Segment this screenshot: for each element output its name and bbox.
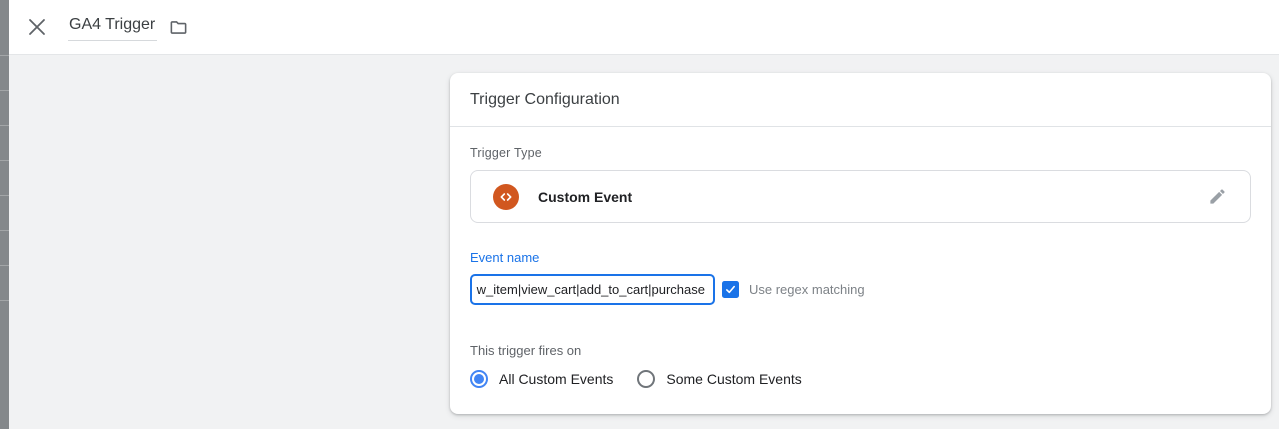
close-icon (28, 18, 46, 36)
radio-unselected-icon[interactable] (637, 370, 656, 388)
pencil-icon (1208, 187, 1227, 206)
event-name-row: w_item|view_cart|add_to_cart|purchase Us… (470, 274, 1251, 305)
trigger-configuration-card: Trigger Configuration Trigger Type Custo… (450, 73, 1271, 414)
radio-all-custom-events-label: All Custom Events (499, 371, 614, 387)
fires-on-label: This trigger fires on (470, 343, 582, 358)
radio-selected-icon[interactable] (470, 370, 488, 388)
check-icon (724, 283, 737, 296)
radio-some-custom-events-label: Some Custom Events (666, 371, 802, 387)
folder-button[interactable] (163, 12, 193, 42)
card-header: Trigger Configuration (450, 73, 1271, 127)
trigger-type-box[interactable]: Custom Event (470, 170, 1251, 223)
event-name-label: Event name (470, 250, 540, 265)
custom-event-icon (493, 183, 519, 210)
edit-trigger-type-button[interactable] (1200, 180, 1234, 214)
topbar: GA4 Trigger (9, 0, 1279, 55)
regex-checkbox-wrap[interactable]: Use regex matching (722, 281, 865, 298)
regex-checkbox[interactable] (722, 281, 739, 298)
folder-icon (169, 18, 188, 37)
radio-some-custom-events[interactable]: Some Custom Events (637, 370, 802, 388)
radio-all-custom-events[interactable]: All Custom Events (470, 370, 613, 388)
card-body: Trigger Type Custom Event Event name w_i… (450, 127, 1271, 388)
trigger-type-value: Custom Event (538, 188, 633, 205)
trigger-type-label: Trigger Type (470, 146, 542, 160)
left-edge-strip (0, 0, 9, 429)
close-button[interactable] (19, 9, 55, 45)
regex-checkbox-label: Use regex matching (749, 282, 865, 297)
fires-on-options: All Custom Events Some Custom Events (470, 370, 1251, 388)
trigger-title-field[interactable]: GA4 Trigger (68, 14, 158, 41)
card-title: Trigger Configuration (470, 90, 620, 108)
event-name-input[interactable]: w_item|view_cart|add_to_cart|purchase (470, 274, 715, 305)
